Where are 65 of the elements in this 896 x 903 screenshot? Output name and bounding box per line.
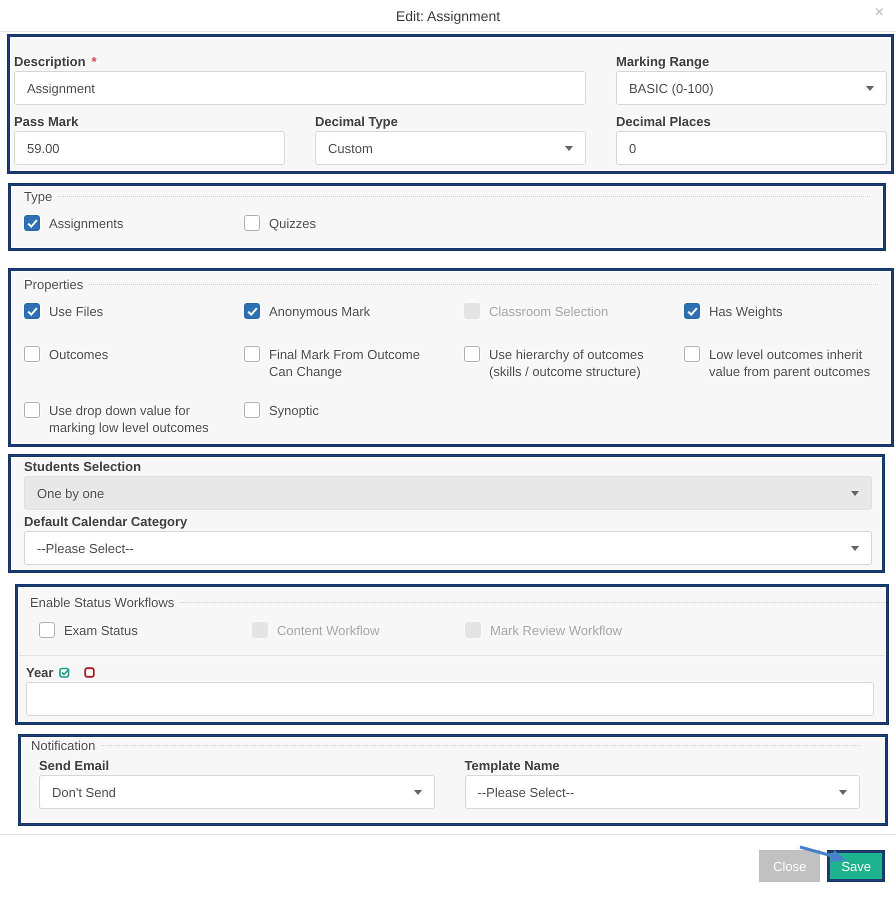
text-field[interactable]: 59.00: [14, 131, 285, 165]
text-field[interactable]: Assignment: [14, 71, 586, 105]
caret-icon: [565, 146, 573, 150]
dropdown[interactable]: Don't Send: [39, 775, 434, 809]
tick-icon: [246, 306, 258, 316]
checkbox-label: Assignments: [49, 215, 124, 232]
field-label: Decimal Places: [616, 114, 711, 128]
checkbox-label: Mark Review Workflow: [490, 622, 622, 639]
dropdown[interactable]: --Please Select--: [464, 775, 860, 809]
checkbox[interactable]: [244, 402, 260, 418]
checkbox-label: Has Weights: [709, 303, 782, 320]
field-label: Decimal Type: [315, 114, 398, 128]
field-label: Students Selection: [24, 458, 142, 474]
text-field[interactable]: 0: [616, 131, 887, 165]
checkbox[interactable]: [24, 303, 40, 319]
checkbox-label: Synoptic: [269, 402, 319, 419]
checkbox[interactable]: [244, 303, 260, 319]
check-square-icon[interactable]: [59, 666, 70, 678]
section-legend: Notification: [31, 738, 96, 753]
checkbox-label: Final Mark From Outcome Can Change: [269, 346, 421, 380]
field-label: Send Email: [39, 758, 110, 772]
checkbox[interactable]: [464, 346, 480, 362]
checkbox[interactable]: [684, 303, 700, 319]
field-label: Pass Mark: [14, 114, 78, 128]
required-mark: *: [92, 54, 97, 68]
caret-icon: [851, 490, 859, 496]
caret-icon: [414, 790, 422, 794]
checkbox[interactable]: [24, 402, 40, 418]
tick-icon: [26, 218, 38, 228]
caret-icon: [839, 790, 847, 794]
section-legend: Enable Status Workflows: [30, 595, 174, 610]
field-label: Default Calendar Category: [24, 514, 188, 528]
field-label: Marking Range: [616, 54, 710, 68]
checkbox[interactable]: [24, 215, 40, 231]
checkbox[interactable]: [39, 622, 55, 638]
dialog-title: Edit: Assignment: [396, 8, 500, 24]
field-label: Template Name: [464, 758, 560, 772]
checkbox[interactable]: [244, 346, 260, 362]
dropdown[interactable]: Custom: [315, 131, 586, 165]
checkbox-label: Use drop down value for marking low level outcomes: [49, 402, 210, 436]
checkbox-label: Low level outcomes inherit value from parent outcomes: [709, 346, 872, 380]
square-icon[interactable]: [84, 666, 96, 678]
section-legend: Type: [24, 189, 52, 204]
checkbox-label: Outcomes: [49, 346, 108, 363]
section-legend: Properties: [24, 277, 84, 292]
caret-icon: [866, 86, 874, 90]
tick-icon: [686, 306, 698, 316]
input-field[interactable]: [26, 682, 874, 716]
field-label: Year: [26, 664, 54, 680]
checkbox-label: Exam Status: [64, 622, 138, 639]
caret-icon: [851, 546, 859, 550]
field-label: Description: [14, 54, 86, 68]
checkbox-label: Content Workflow: [277, 622, 380, 639]
tick-icon: [26, 306, 38, 316]
checkbox-label: Quizzes: [269, 215, 316, 232]
dropdown[interactable]: BASIC (0-100): [616, 71, 887, 105]
checkbox[interactable]: [244, 215, 260, 231]
checkbox[interactable]: [24, 346, 40, 362]
arrow-icon: [800, 846, 846, 862]
checkbox[interactable]: [684, 346, 700, 362]
checkbox-label: Use hierarchy of outcomes (skills / outcome structure): [489, 346, 645, 380]
checkbox-label: Anonymous Mark: [269, 303, 370, 320]
dropdown[interactable]: --Please Select--: [24, 531, 872, 565]
checkbox-label: Classroom Selection: [489, 303, 608, 320]
checkbox-label: Use Files: [49, 303, 104, 320]
